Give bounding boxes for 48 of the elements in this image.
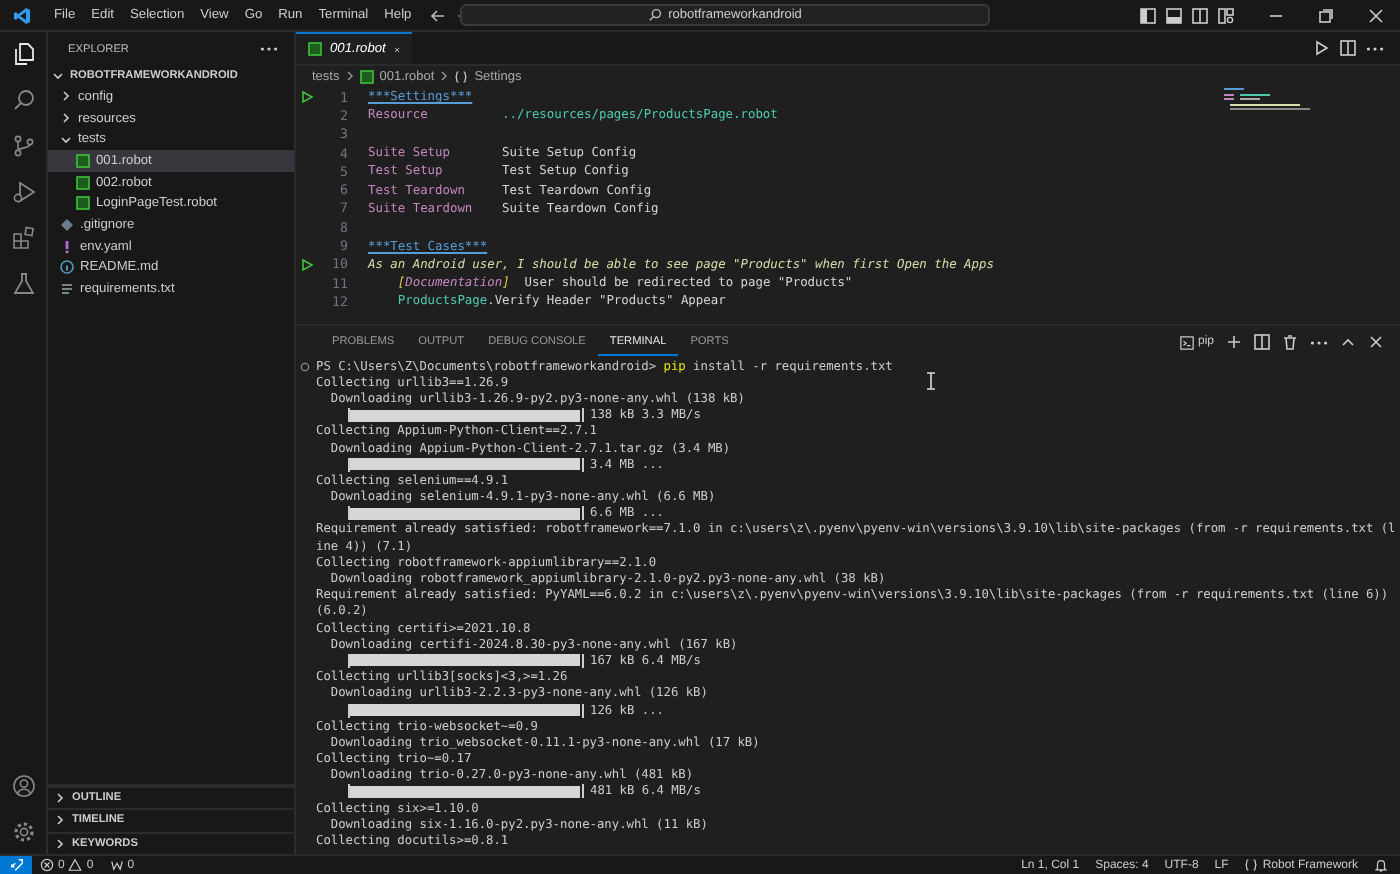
toggle-sidebar-icon[interactable] [1140,7,1156,23]
source-control-icon[interactable] [11,134,35,158]
warning-icon [68,858,83,872]
error-icon [40,858,54,872]
run-test-icon[interactable] [300,257,314,272]
maximize-panel-icon[interactable] [1340,334,1356,350]
restore-icon[interactable] [1318,7,1334,23]
extensions-icon[interactable] [11,226,35,250]
close-icon[interactable] [1368,334,1384,350]
run-icon[interactable] [1314,40,1330,56]
more-actions-icon[interactable] [260,46,278,52]
remote-button[interactable] [0,856,32,874]
search-icon [648,8,663,22]
run-test-icon[interactable] [300,90,314,105]
customize-layout-icon[interactable] [1218,7,1234,23]
robot-file-icon [308,42,322,56]
command-decoration-icon [300,361,310,372]
minimap-drawing [1224,88,1312,112]
run-debug-icon[interactable] [11,180,35,204]
split-terminal-icon[interactable] [1254,334,1270,350]
account-icon[interactable] [11,774,35,798]
braces-icon [454,69,469,83]
chevron-icon [345,70,354,82]
close-icon[interactable] [1368,7,1384,23]
text-file-icon [60,282,74,297]
braces-icon [1244,858,1259,872]
back-arrow-icon[interactable] [429,7,446,23]
diamond-file-icon [60,217,74,232]
info-file-icon [60,260,74,275]
notifications-icon[interactable] [1374,858,1388,872]
robot-file-icon [359,69,374,83]
trash-icon[interactable] [1282,334,1298,350]
toggle-panel-icon[interactable] [1166,7,1182,23]
terminal-icon [1179,335,1194,349]
text-cursor-icon [926,372,936,390]
toggle-secondary-sidebar-icon[interactable] [1192,7,1208,23]
new-terminal-icon[interactable] [1226,334,1242,350]
remote-icon [9,858,23,872]
split-editor-icon[interactable] [1340,40,1356,56]
more-actions-icon[interactable] [1310,339,1328,345]
chevron-icon [440,70,449,82]
app-logo-icon [12,5,32,25]
search-icon[interactable] [11,88,35,112]
flask-icon[interactable] [11,272,35,296]
more-actions-icon[interactable] [1366,45,1384,51]
files-icon[interactable] [11,42,35,66]
exclamation-file-icon [60,239,74,254]
settings-icon[interactable] [11,820,35,844]
